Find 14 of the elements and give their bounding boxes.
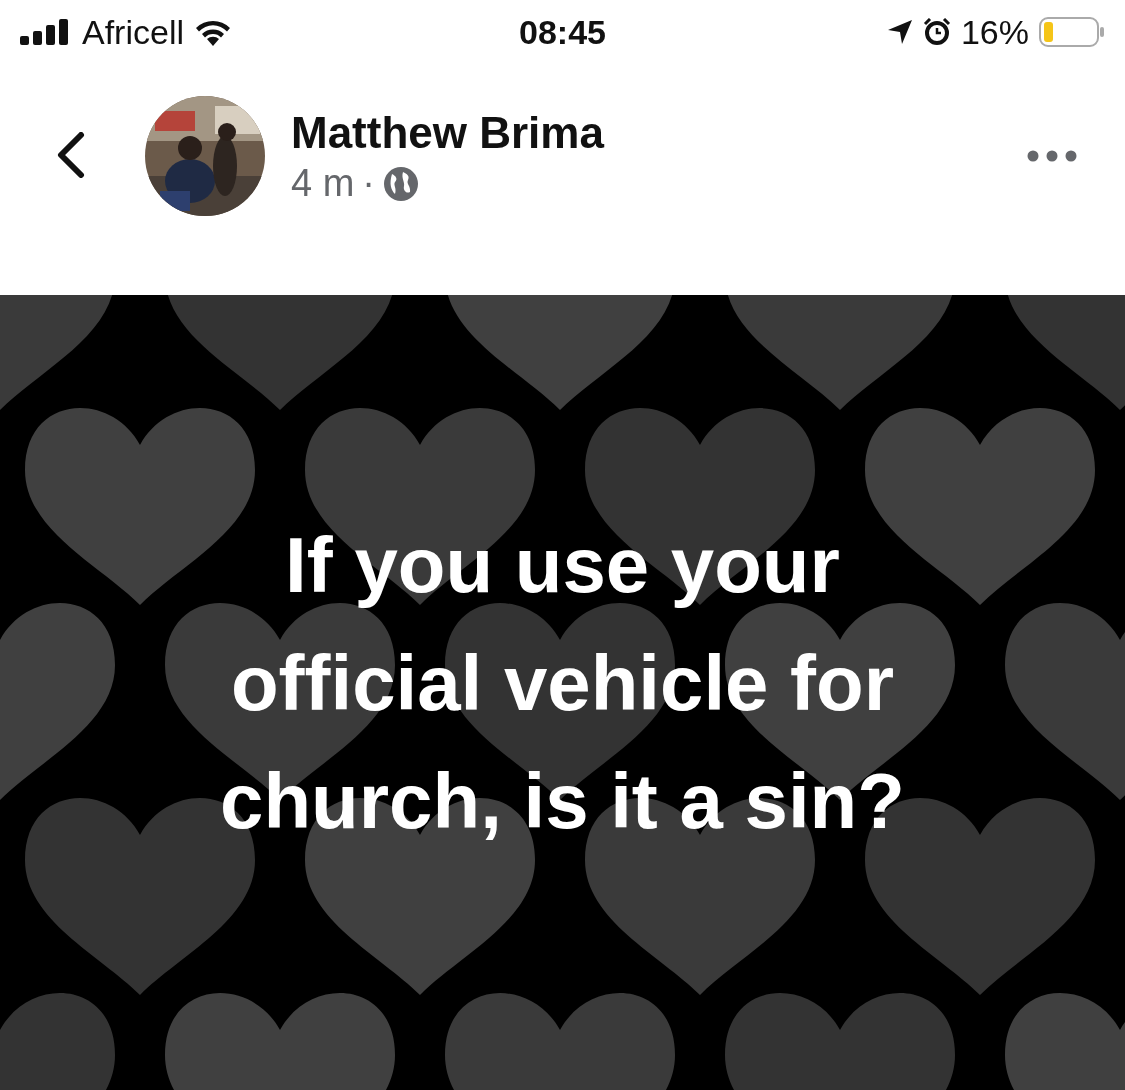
post-age: 4 m: [291, 162, 355, 205]
author-name[interactable]: Matthew Brima: [291, 108, 604, 158]
back-icon[interactable]: [55, 132, 85, 178]
carrier-name: Africell: [82, 12, 185, 52]
clock-time: 08:45: [519, 12, 606, 52]
more-options-icon[interactable]: [1027, 150, 1077, 162]
battery-icon: [1039, 17, 1105, 47]
alarm-clock-icon: [922, 18, 951, 46]
wifi-icon: [194, 18, 233, 46]
location-arrow-icon: [886, 19, 913, 45]
post-text: If you use your official vehicle for church, is it a sin?: [220, 519, 905, 847]
separator-dot: ·: [362, 162, 375, 205]
globe-icon: [383, 165, 419, 202]
battery-percentage: 16%: [960, 12, 1029, 52]
